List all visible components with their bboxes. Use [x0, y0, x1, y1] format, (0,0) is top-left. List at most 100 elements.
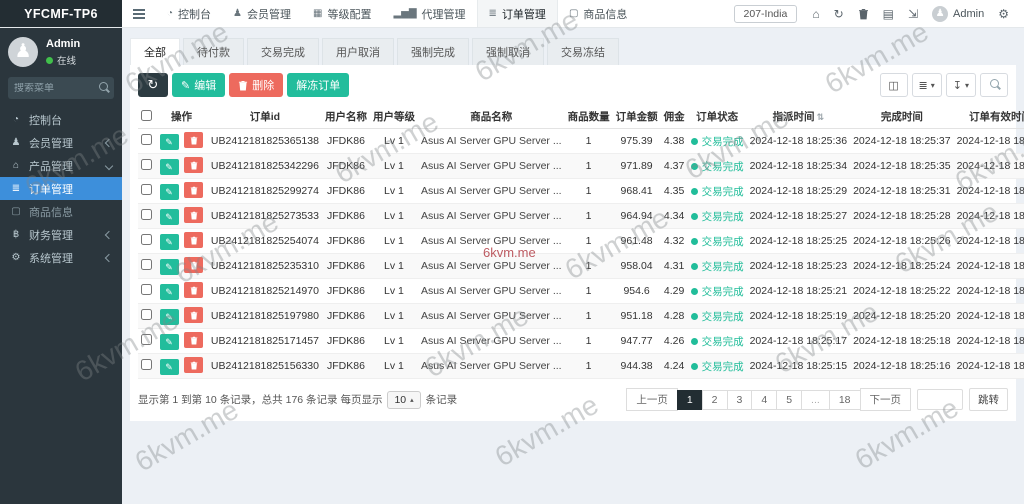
gear-icon[interactable]: ⚙ [991, 0, 1016, 28]
toggle-view-button[interactable]: ◫ [880, 73, 908, 97]
next-page-button[interactable]: 下一页 [860, 388, 912, 411]
row-delete-button[interactable] [184, 132, 203, 148]
row-delete-button[interactable] [184, 307, 203, 323]
status-tab[interactable]: 交易冻结 [547, 38, 619, 65]
row-edit-button[interactable]: ✎ [160, 259, 179, 275]
nav-item[interactable]: ▂▅▇ 代理管理 [382, 0, 476, 27]
row-edit-button[interactable]: ✎ [160, 284, 179, 300]
column-header[interactable]: 订单有效时间⇅ [954, 105, 1024, 129]
row-delete-button[interactable] [184, 182, 203, 198]
row-checkbox[interactable] [141, 309, 152, 320]
status-tab[interactable]: 强制完成 [397, 38, 469, 65]
row-delete-button[interactable] [184, 282, 203, 298]
column-header[interactable]: 用户等级 [370, 105, 418, 129]
sidebar-toggle-button[interactable] [122, 0, 156, 27]
search-icon[interactable] [96, 81, 114, 95]
nav-item[interactable]: ≣ 订单管理 [477, 0, 558, 27]
delete-button[interactable]: 删除 [229, 73, 283, 97]
column-header[interactable]: 完成时间 [850, 105, 954, 129]
sidebar-item[interactable]: ◔ 控制台 [0, 108, 122, 131]
fullscreen-icon[interactable]: ⇲ [901, 0, 925, 28]
columns-button[interactable]: ≣▾ [912, 73, 942, 97]
sort-icon[interactable]: ⇅ [817, 112, 825, 122]
column-header[interactable]: 佣金 [661, 105, 688, 129]
row-checkbox[interactable] [141, 234, 152, 245]
row-checkbox[interactable] [141, 259, 152, 270]
row-checkbox[interactable] [141, 359, 152, 370]
page-number-button[interactable]: 3 [727, 390, 753, 410]
column-header[interactable]: 订单id [208, 105, 322, 129]
row-checkbox[interactable] [141, 284, 152, 295]
row-edit-button[interactable]: ✎ [160, 159, 179, 175]
nav-item[interactable]: ♟ 会员管理 [222, 0, 302, 27]
row-edit-button[interactable]: ✎ [160, 134, 179, 150]
status-tab[interactable]: 待付款 [183, 38, 244, 65]
edit-button[interactable]: ✎ 编辑 [172, 73, 225, 97]
home-icon[interactable]: ⌂ [805, 0, 826, 28]
jump-page-input[interactable] [917, 389, 963, 410]
page-number-button[interactable]: 2 [702, 390, 728, 410]
column-header[interactable]: 订单状态 [688, 105, 747, 129]
commission: 4.32 [661, 229, 688, 254]
row-checkbox[interactable] [141, 184, 152, 195]
sidebar-item[interactable]: ⌂ 产品管理 [0, 154, 122, 177]
pencil-icon: ✎ [165, 262, 173, 273]
row-checkbox[interactable] [141, 134, 152, 145]
sidebar-item[interactable]: ♟ 会员管理 [0, 131, 122, 154]
sidebar-item[interactable]: ⚙ 系统管理 [0, 246, 122, 269]
status-dot-icon [691, 288, 698, 295]
export-button[interactable]: ↧▾ [946, 73, 976, 97]
row-edit-button[interactable]: ✎ [160, 334, 179, 350]
row-edit-button[interactable]: ✎ [160, 309, 179, 325]
row-edit-button[interactable]: ✎ [160, 209, 179, 225]
page-number-button[interactable]: 18 [829, 390, 861, 410]
status-tab[interactable]: 强制取消 [472, 38, 544, 65]
nav-item[interactable]: ▢ 商品信息 [558, 0, 638, 27]
column-header[interactable]: 商品名称 [418, 105, 565, 129]
column-header[interactable]: 订单金额 [613, 105, 661, 129]
row-delete-button[interactable] [184, 232, 203, 248]
row-checkbox[interactable] [141, 334, 152, 345]
row-edit-button[interactable]: ✎ [160, 234, 179, 250]
column-header[interactable]: 操作 [155, 105, 208, 129]
column-header[interactable]: 用户名称 [322, 105, 370, 129]
clipboard-icon[interactable]: ▤ [876, 0, 901, 28]
prev-page-button[interactable]: 上一页 [626, 388, 678, 411]
status-tab[interactable]: 全部 [130, 38, 180, 65]
comment-icon: ▢ [569, 8, 578, 19]
page-number-button[interactable]: 4 [751, 390, 777, 410]
status-tab[interactable]: 用户取消 [322, 38, 394, 65]
search-toggle-button[interactable] [980, 73, 1008, 97]
row-delete-button[interactable] [184, 157, 203, 173]
sidebar-item-label: 财务管理 [29, 227, 73, 243]
sidebar-item[interactable]: ▢ 商品信息 [0, 200, 122, 223]
column-header[interactable]: 指派时间⇅ [747, 105, 851, 129]
column-header[interactable]: 商品数量 [565, 105, 613, 129]
refresh-icon[interactable]: ↻ [827, 0, 851, 28]
row-delete-button[interactable] [184, 332, 203, 348]
row-checkbox[interactable] [141, 159, 152, 170]
row-edit-button[interactable]: ✎ [160, 359, 179, 375]
select-all-checkbox[interactable] [141, 110, 152, 121]
user-menu[interactable]: ♟ Admin [925, 6, 991, 22]
nav-item[interactable]: ◔ 控制台 [156, 0, 222, 27]
status-tab[interactable]: 交易完成 [247, 38, 319, 65]
page-size-select[interactable]: 10 ▴ [387, 391, 420, 409]
jump-button[interactable]: 跳转 [969, 388, 1008, 411]
trash-icon[interactable] [851, 0, 876, 28]
row-delete-button[interactable] [184, 357, 203, 373]
search-input[interactable] [8, 83, 96, 94]
region-selector-button[interactable]: 207-India [734, 5, 798, 23]
sidebar-item[interactable]: ฿ 财务管理 [0, 223, 122, 246]
page-number-button[interactable]: 1 [677, 390, 703, 410]
page-number-button[interactable]: 5 [776, 390, 802, 410]
row-edit-button[interactable]: ✎ [160, 184, 179, 200]
sidebar-item[interactable]: ≣ 订单管理 [0, 177, 122, 200]
nav-item[interactable]: ▦ 等级配置 [302, 0, 382, 27]
row-delete-button[interactable] [184, 207, 203, 223]
unfreeze-order-button[interactable]: 解冻订单 [287, 73, 349, 97]
row-checkbox[interactable] [141, 209, 152, 220]
page-number-button[interactable]: ... [801, 390, 830, 410]
refresh-button[interactable]: ↻ [138, 73, 168, 97]
row-delete-button[interactable] [184, 257, 203, 273]
